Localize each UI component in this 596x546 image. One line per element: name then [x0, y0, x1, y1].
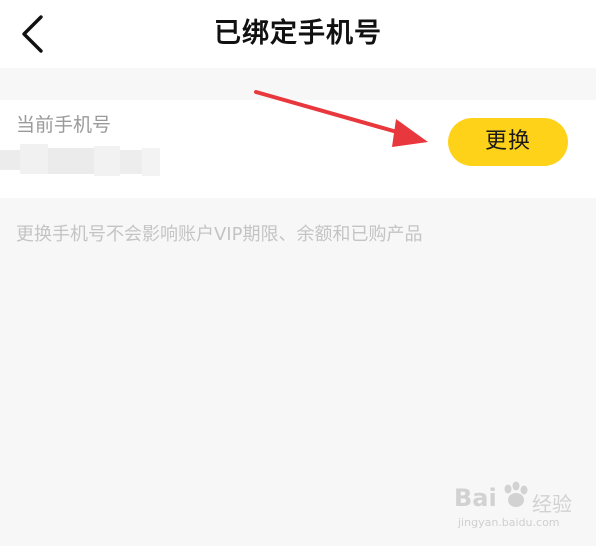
- header-bar: 已绑定手机号: [0, 0, 596, 68]
- watermark-url: jingyan.baidu.com: [458, 516, 560, 529]
- watermark-logo-text: Bai: [454, 484, 497, 512]
- current-phone-card: 当前手机号 更换: [0, 100, 596, 198]
- current-phone-label: 当前手机号: [16, 114, 112, 136]
- change-phone-button[interactable]: 更换: [448, 118, 568, 166]
- watermark-suffix: 经验: [532, 492, 572, 516]
- phone-number-blurred: [0, 144, 160, 178]
- hint-text: 更换手机号不会影响账户VIP期限、余额和已购产品: [16, 224, 423, 245]
- baidu-jingyan-watermark: Bai 经验 jingyan.baidu.com: [454, 481, 584, 534]
- paw-icon: [504, 481, 528, 507]
- section-gap: [0, 68, 596, 100]
- page-title: 已绑定手机号: [214, 18, 382, 49]
